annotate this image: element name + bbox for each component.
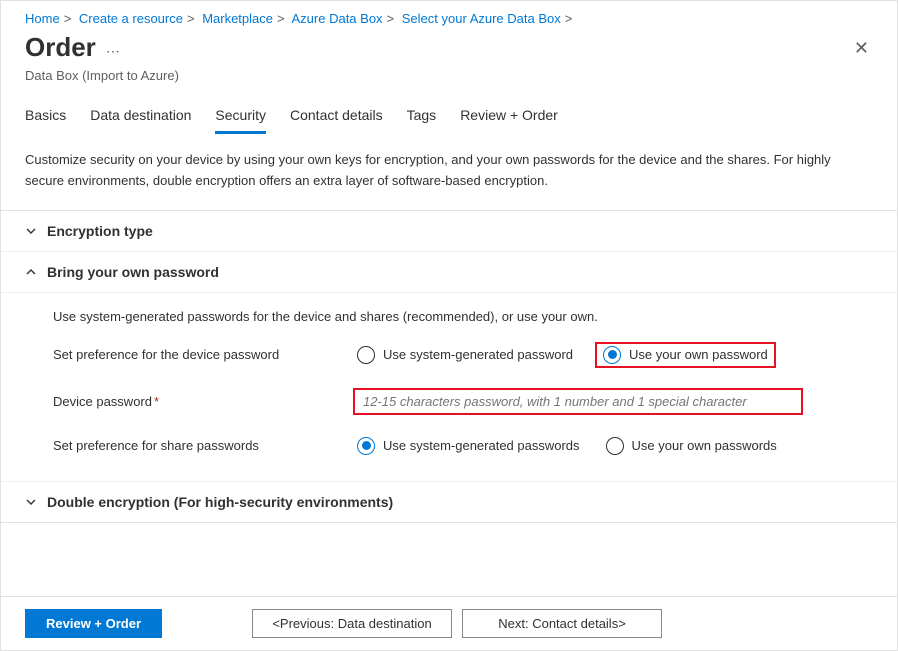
radio-icon [357, 346, 375, 364]
chevron-down-icon [25, 496, 37, 508]
tab-security[interactable]: Security [215, 101, 266, 134]
tab-tags[interactable]: Tags [407, 101, 437, 134]
breadcrumb-marketplace[interactable]: Marketplace [202, 11, 273, 26]
section-double-encryption[interactable]: Double encryption (For high-security env… [1, 482, 897, 523]
breadcrumb-sep: > [277, 11, 285, 26]
breadcrumb-select[interactable]: Select your Azure Data Box [402, 11, 561, 26]
more-menu-icon[interactable]: ⋯ [106, 43, 120, 64]
section-encryption-title: Encryption type [47, 223, 153, 239]
radio-share-system[interactable]: Use system-generated passwords [353, 435, 584, 457]
close-icon: ✕ [854, 38, 869, 58]
breadcrumb-databox[interactable]: Azure Data Box [292, 11, 383, 26]
label-device-password-pref: Set preference for the device password [53, 347, 353, 362]
section-byop-title: Bring your own password [47, 264, 219, 280]
breadcrumb-sep: > [387, 11, 395, 26]
breadcrumb-sep: > [187, 11, 195, 26]
footer: Review + Order <Previous: Data destinati… [1, 596, 897, 650]
device-password-input[interactable] [353, 388, 803, 415]
chevron-down-icon [25, 225, 37, 237]
tabs: Basics Data destination Security Contact… [1, 101, 897, 134]
label-device-password: Device password* [53, 394, 353, 409]
tab-description: Customize security on your device by usi… [1, 134, 897, 211]
byop-hint: Use system-generated passwords for the d… [53, 309, 873, 324]
radio-icon-selected [357, 437, 375, 455]
footer-spacer [172, 609, 242, 638]
radio-group-share-pref: Use system-generated passwords Use your … [353, 435, 781, 457]
tab-data-destination[interactable]: Data destination [90, 101, 191, 134]
radio-share-own[interactable]: Use your own passwords [602, 435, 781, 457]
row-device-password-pref: Set preference for the device password U… [53, 342, 873, 368]
label-share-password-pref: Set preference for share passwords [53, 438, 353, 453]
radio-device-own-label: Use your own password [629, 347, 768, 362]
radio-icon-selected [603, 346, 621, 364]
chevron-up-icon [25, 266, 37, 278]
radio-device-own[interactable]: Use your own password [595, 342, 776, 368]
breadcrumb-sep: > [565, 11, 573, 26]
section-encryption-type[interactable]: Encryption type [1, 211, 897, 252]
section-byop-body: Use system-generated passwords for the d… [1, 293, 897, 482]
close-button[interactable]: ✕ [850, 34, 873, 63]
radio-share-own-label: Use your own passwords [632, 438, 777, 453]
breadcrumb: Home > Create a resource > Marketplace > Az… [1, 1, 897, 32]
radio-group-device-pref: Use system-generated password Use your o… [353, 342, 776, 368]
breadcrumb-home[interactable]: Home [25, 11, 60, 26]
radio-share-system-label: Use system-generated passwords [383, 438, 580, 453]
radio-device-system[interactable]: Use system-generated password [353, 344, 577, 366]
section-double-encryption-title: Double encryption (For high-security env… [47, 494, 393, 510]
row-share-password-pref: Set preference for share passwords Use s… [53, 435, 873, 457]
radio-device-system-label: Use system-generated password [383, 347, 573, 362]
page-header: Order ⋯ ✕ [1, 32, 897, 68]
previous-button[interactable]: <Previous: Data destination [252, 609, 452, 638]
tab-contact-details[interactable]: Contact details [290, 101, 383, 134]
review-order-button[interactable]: Review + Order [25, 609, 162, 638]
tab-review-order[interactable]: Review + Order [460, 101, 558, 134]
breadcrumb-create[interactable]: Create a resource [79, 11, 183, 26]
tab-basics[interactable]: Basics [25, 101, 66, 134]
page-title: Order [25, 32, 96, 63]
breadcrumb-sep: > [64, 11, 72, 26]
radio-icon [606, 437, 624, 455]
required-asterisk: * [154, 394, 159, 409]
next-button[interactable]: Next: Contact details> [462, 609, 662, 638]
section-byop[interactable]: Bring your own password [1, 252, 897, 293]
row-device-password: Device password* [53, 388, 873, 415]
page-subtitle: Data Box (Import to Azure) [1, 68, 897, 101]
